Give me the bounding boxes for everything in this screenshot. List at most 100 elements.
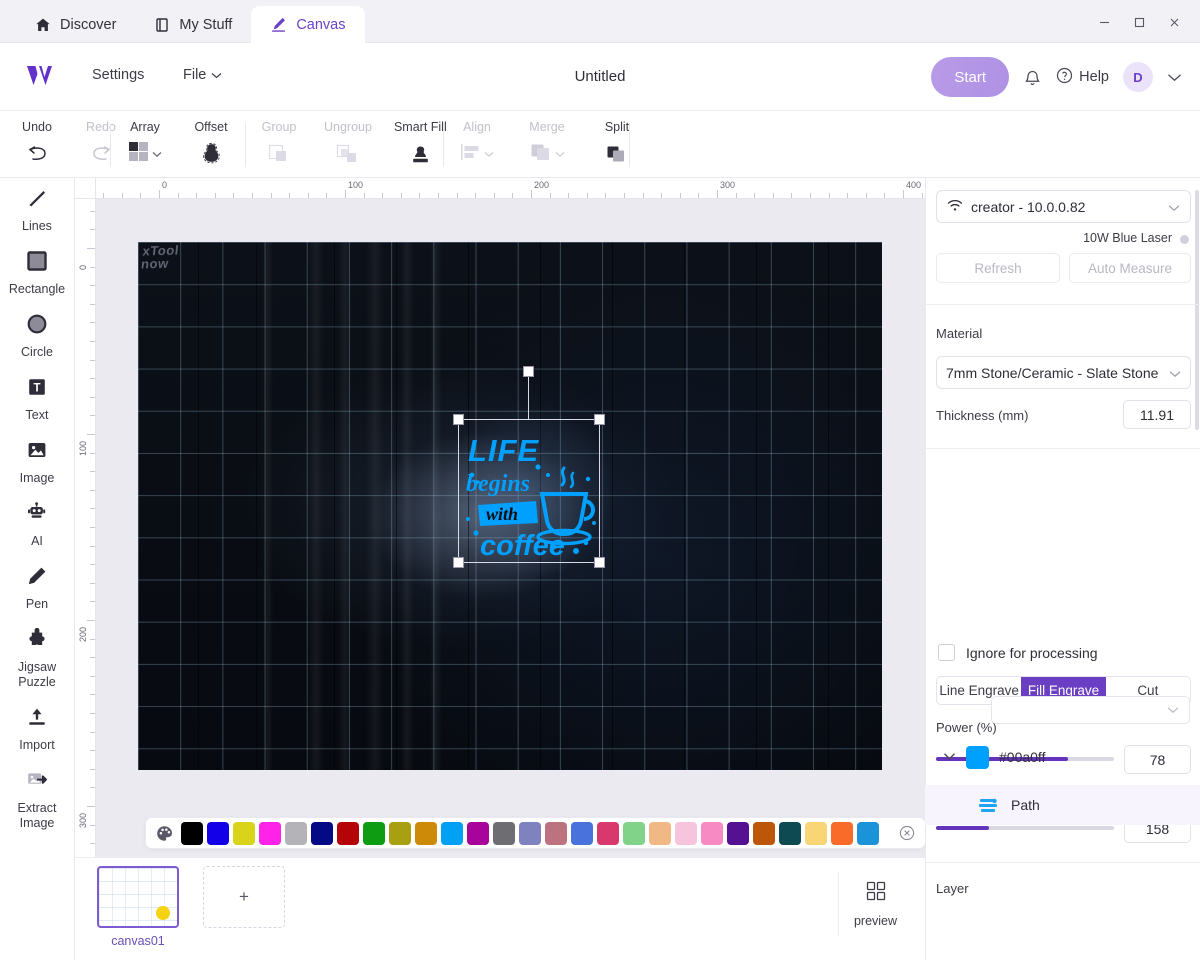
menu-file[interactable]: File <box>183 67 222 83</box>
window-tab-strip: Discover My Stuff Canvas <box>16 0 365 43</box>
ruler-tick <box>270 193 272 198</box>
resize-handle-sw[interactable] <box>453 557 464 568</box>
resize-handle-se[interactable] <box>594 557 605 568</box>
layer-selector[interactable] <box>991 696 1190 724</box>
layer-path-item[interactable]: Path <box>925 785 1200 825</box>
sidebar-item-rectangle[interactable]: Rectangle <box>0 241 74 304</box>
ignore-for-processing-checkbox[interactable]: Ignore for processing <box>938 644 1098 661</box>
color-swatch[interactable] <box>805 821 827 845</box>
ignore-for-processing-label: Ignore for processing <box>966 644 1098 661</box>
color-swatch[interactable] <box>493 821 515 845</box>
color-swatch[interactable] <box>311 821 333 845</box>
undo-button[interactable]: Undo <box>14 111 60 167</box>
auto-measure-button[interactable]: Auto Measure <box>1069 253 1191 283</box>
avatar[interactable]: D <box>1123 62 1153 92</box>
layer-group-row[interactable]: #00a0ff <box>925 740 1200 774</box>
color-swatch[interactable] <box>285 821 307 845</box>
w-logo[interactable] <box>26 65 54 92</box>
selected-artwork[interactable]: LIFE begins with coffee <box>453 366 605 568</box>
color-swatch[interactable] <box>389 821 411 845</box>
header-actions: Start Help D <box>931 57 1182 97</box>
color-swatch[interactable] <box>181 821 203 845</box>
chevron-down-icon <box>1168 199 1180 215</box>
sidebar-item-text[interactable]: T Text <box>0 367 74 430</box>
color-swatch[interactable] <box>545 821 567 845</box>
rotation-handle[interactable] <box>523 366 534 377</box>
color-swatch[interactable] <box>337 821 359 845</box>
sidebar-item-lines[interactable]: Lines <box>0 178 74 241</box>
ruler-tick <box>90 359 95 361</box>
color-swatch[interactable] <box>259 821 281 845</box>
color-swatch[interactable] <box>415 821 437 845</box>
color-swatch[interactable] <box>623 821 645 845</box>
split-button[interactable]: Split <box>594 111 640 167</box>
layer-color-swatch[interactable] <box>966 745 989 769</box>
checkbox-box <box>938 644 955 661</box>
chevron-down-icon[interactable] <box>943 748 956 766</box>
redo-button[interactable]: Redo <box>78 111 124 167</box>
color-swatch[interactable] <box>727 821 749 845</box>
menu-settings[interactable]: Settings <box>92 67 144 83</box>
thickness-input[interactable]: 11.91 <box>1123 400 1191 429</box>
color-swatch[interactable] <box>571 821 593 845</box>
resize-handle-ne[interactable] <box>594 414 605 425</box>
color-swatch[interactable] <box>207 821 229 845</box>
color-swatch[interactable] <box>363 821 385 845</box>
preview-button[interactable]: preview <box>838 872 912 936</box>
tab-my-stuff[interactable]: My Stuff <box>135 6 251 43</box>
ruler-tick <box>103 193 105 198</box>
sidebar-item-pen[interactable]: Pen <box>0 556 74 619</box>
color-palette-icon[interactable] <box>154 822 174 844</box>
minimize-button[interactable] <box>1088 10 1120 34</box>
array-button[interactable]: Array <box>122 111 168 167</box>
color-swatch[interactable] <box>779 821 801 845</box>
maximize-button[interactable] <box>1123 10 1155 34</box>
color-swatch[interactable] <box>831 821 853 845</box>
laser-bed-preview[interactable]: xTool now LIFE begins with coffee <box>138 242 882 770</box>
color-swatch[interactable] <box>467 821 489 845</box>
color-swatch[interactable] <box>519 821 541 845</box>
sidebar-item-jigsaw-puzzle[interactable]: Jigsaw Puzzle <box>0 619 74 697</box>
color-palette[interactable] <box>145 817 926 849</box>
sidebar-item-circle[interactable]: Circle <box>0 304 74 367</box>
canvas-thumbnail-canvas01[interactable] <box>97 866 179 928</box>
panel-scrollbar[interactable] <box>1195 190 1199 430</box>
refresh-button[interactable]: Refresh <box>936 253 1060 283</box>
start-button[interactable]: Start <box>931 57 1010 97</box>
sidebar-item-import[interactable]: Import <box>0 697 74 760</box>
color-swatch[interactable] <box>233 821 255 845</box>
color-swatch[interactable] <box>857 821 879 845</box>
close-circle-icon[interactable] <box>897 823 917 843</box>
ruler-tick <box>772 193 774 198</box>
merge-button[interactable]: Merge <box>524 111 570 167</box>
ruler-tick <box>252 193 253 198</box>
color-swatch[interactable] <box>701 821 723 845</box>
close-button[interactable] <box>1158 10 1190 34</box>
group-button[interactable]: Group <box>256 111 302 167</box>
ruler-tick <box>698 193 700 198</box>
tab-discover[interactable]: Discover <box>16 6 135 43</box>
align-button[interactable]: Align <box>454 111 500 167</box>
tab-canvas[interactable]: Canvas <box>251 6 365 43</box>
add-canvas-button[interactable]: + <box>203 866 285 928</box>
account-chevron-down-icon[interactable] <box>1167 73 1182 82</box>
color-swatch[interactable] <box>441 821 463 845</box>
color-swatch[interactable] <box>597 821 619 845</box>
material-selector[interactable]: 7mm Stone/Ceramic - Slate Stone <box>936 356 1191 389</box>
ungroup-button[interactable]: Ungroup <box>324 111 372 167</box>
ruler-tick <box>642 193 644 198</box>
help-button[interactable]: Help <box>1056 67 1109 88</box>
color-swatch[interactable] <box>753 821 775 845</box>
color-swatch[interactable] <box>649 821 671 845</box>
preview-label: preview <box>853 914 898 928</box>
sidebar-item-ai[interactable]: AI <box>0 493 74 556</box>
sidebar-item-extract-image[interactable]: Extract Image <box>0 760 74 838</box>
right-settings-panel: creator - 10.0.0.82 10W Blue Laser Refre… <box>925 178 1200 960</box>
bell-icon[interactable] <box>1023 68 1042 87</box>
color-swatch[interactable] <box>675 821 697 845</box>
resize-handle-nw[interactable] <box>453 414 464 425</box>
device-selector[interactable]: creator - 10.0.0.82 <box>936 190 1191 223</box>
smart-fill-button[interactable]: Smart Fill <box>394 111 447 167</box>
offset-button[interactable]: Offset <box>188 111 234 167</box>
sidebar-item-image[interactable]: Image <box>0 430 74 493</box>
